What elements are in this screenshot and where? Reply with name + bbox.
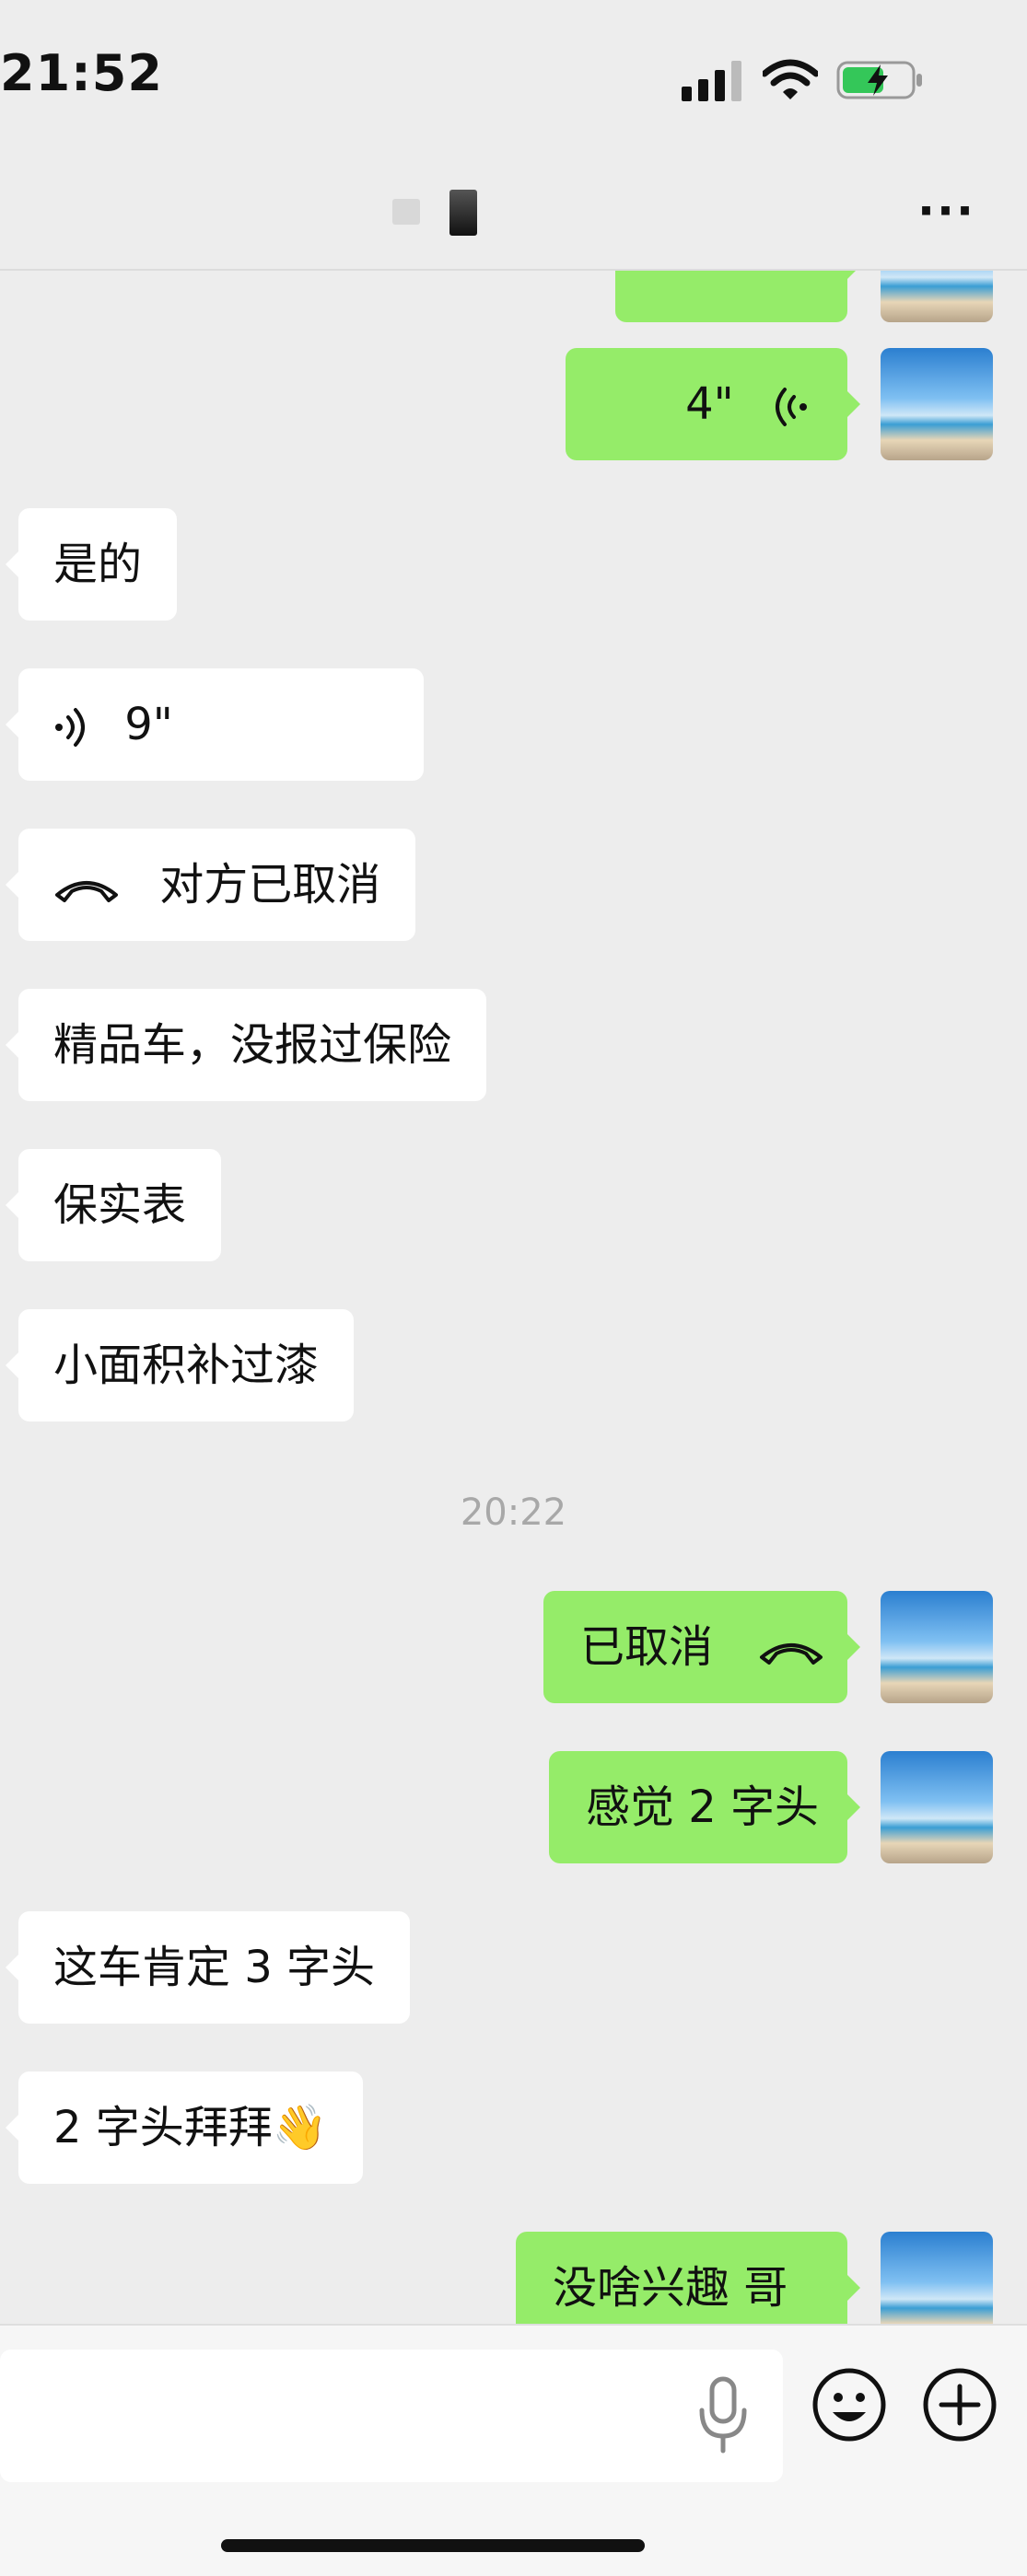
my-avatar[interactable]: [881, 348, 993, 460]
cellular-signal-icon: [682, 61, 741, 101]
emoji-icon[interactable]: [811, 2366, 888, 2443]
wifi-icon: [763, 59, 818, 99]
plus-icon[interactable]: [921, 2366, 998, 2443]
call-message-incoming[interactable]: 对方已取消: [5, 829, 416, 941]
message-bubble-incoming[interactable]: 小面积补过漆: [5, 1309, 355, 1421]
message-text: 这车肯定 3 字头: [53, 1942, 376, 1993]
message-bubble-outgoing-partial[interactable]: [615, 269, 860, 322]
call-status-text: 已取消: [580, 1621, 714, 1673]
my-avatar[interactable]: [881, 2232, 993, 2324]
message-bubble-outgoing[interactable]: 没啥兴趣 哥: [516, 2232, 860, 2324]
contact-name-redacted-block: [449, 190, 477, 236]
message-list[interactable]: 4" 是的 9" 对方已取消 精品车，没报过保险 保实表 小面积补过漆 20:2…: [0, 269, 1027, 2324]
message-bubble-incoming[interactable]: 是的: [5, 508, 178, 621]
phone-hangup-icon: [760, 1643, 823, 1665]
home-indicator[interactable]: [221, 2539, 645, 2552]
message-bubble-incoming[interactable]: 这车肯定 3 字头: [5, 1911, 411, 2024]
input-bar: [0, 2324, 1027, 2576]
message-timestamp: 20:22: [460, 1491, 567, 1534]
message-text: 是的: [53, 539, 143, 590]
message-text: 小面积补过漆: [53, 1340, 320, 1391]
my-avatar[interactable]: [881, 269, 993, 322]
message-bubble-incoming[interactable]: 2 字头拜拜👋: [6, 2071, 363, 2184]
message-input[interactable]: [0, 2350, 783, 2482]
microphone-icon[interactable]: [693, 2373, 753, 2456]
chat-header: ···: [0, 147, 1027, 271]
message-bubble-incoming[interactable]: 保实表: [5, 1149, 222, 1261]
call-message-outgoing[interactable]: 已取消: [543, 1591, 860, 1703]
voice-message-incoming[interactable]: 9": [6, 668, 424, 781]
message-text: 2 字头拜拜👋: [53, 2102, 328, 2153]
voice-duration: 4": [685, 378, 734, 430]
my-avatar[interactable]: [881, 1751, 993, 1863]
call-status-text: 对方已取消: [159, 859, 381, 911]
message-bubble-outgoing[interactable]: 感觉 2 字头: [549, 1751, 860, 1863]
battery-charging-icon: [836, 61, 922, 99]
message-text: 保实表: [53, 1179, 187, 1231]
voice-wave-icon: [55, 708, 85, 747]
message-text: 精品车，没报过保险: [53, 1019, 452, 1071]
voice-duration: 9": [124, 699, 173, 750]
message-bubble-incoming[interactable]: 精品车，没报过保险: [5, 989, 487, 1101]
my-avatar[interactable]: [881, 1591, 993, 1703]
more-options-icon[interactable]: ···: [917, 184, 975, 238]
status-time: 21:52: [0, 44, 163, 102]
phone-hangup-icon: [55, 881, 118, 902]
voice-message-outgoing[interactable]: 4": [566, 348, 860, 460]
status-bar: 21:52: [0, 0, 1027, 147]
message-text: 感觉 2 字头: [586, 1781, 820, 1833]
voice-wave-icon: [776, 388, 807, 426]
message-text: 没啥兴趣 哥: [553, 2262, 788, 2314]
contact-name-redacted: [392, 199, 420, 225]
